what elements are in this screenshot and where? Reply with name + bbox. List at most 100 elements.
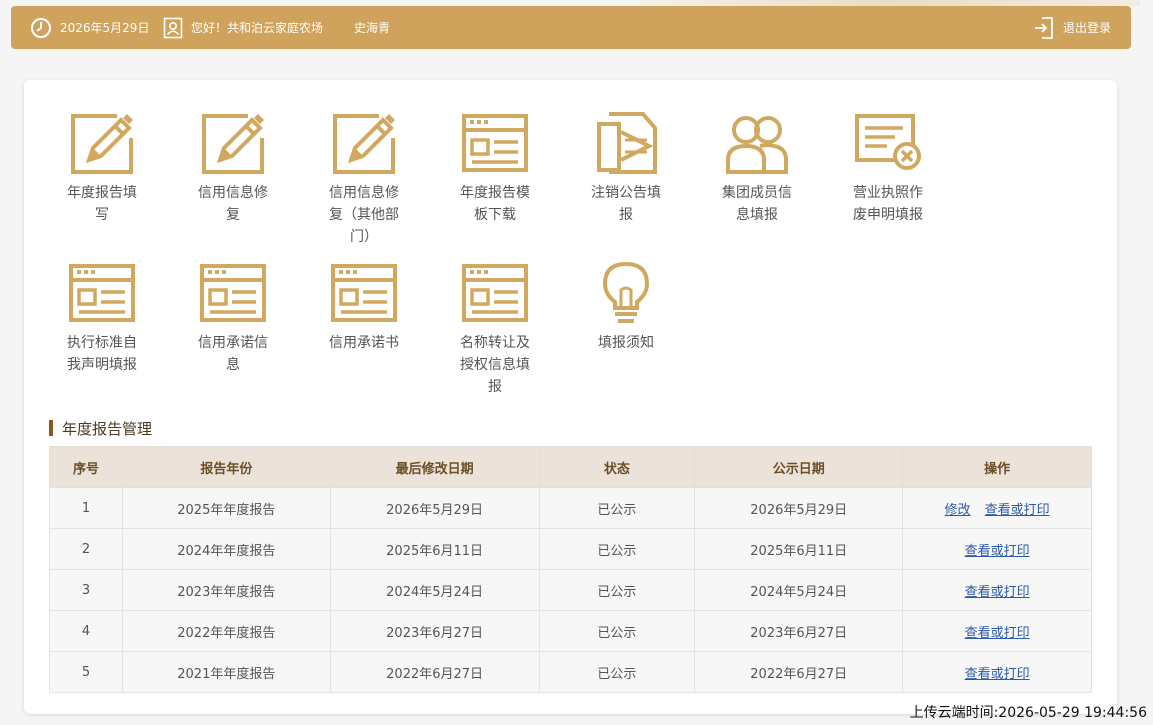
edit-pen-icon xyxy=(202,114,264,174)
form-window-icon xyxy=(200,264,266,322)
cell-no: 3 xyxy=(49,569,123,611)
table-row: 2 2024年年度报告 2025年6月11日 已公示 2025年6月11日 查看… xyxy=(49,528,1092,570)
user-card-icon xyxy=(163,17,183,38)
col-header-published: 公示日期 xyxy=(694,446,904,488)
tile-credit-repair-other[interactable]: 信用信息修复（其他部门） xyxy=(314,110,414,248)
form-window-icon xyxy=(462,114,528,172)
cell-actions: 查看或打印 xyxy=(902,651,1092,693)
table-row: 4 2022年年度报告 2023年6月27日 已公示 2023年6月27日 查看… xyxy=(49,610,1092,652)
cell-modified: 2026年5月29日 xyxy=(329,487,540,529)
section-title-bar xyxy=(49,420,53,436)
cell-status: 已公示 xyxy=(538,487,696,529)
cell-actions: 修改 查看或打印 xyxy=(902,487,1092,529)
tile-credit-repair[interactable]: 信用信息修复 xyxy=(183,110,283,226)
license-cancel-icon xyxy=(855,114,921,170)
cell-no: 2 xyxy=(49,528,123,570)
tile-label: 年度报告模板下载 xyxy=(460,185,530,223)
document-fold-icon xyxy=(597,112,657,174)
view-print-link[interactable]: 查看或打印 xyxy=(965,544,1030,559)
tile-cancellation-notice[interactable]: 注销公告填报 xyxy=(576,110,676,226)
tile-label: 信用信息修复 xyxy=(198,185,268,223)
clock-icon xyxy=(31,17,51,38)
table-row: 5 2021年年度报告 2022年6月27日 已公示 2022年6月27日 查看… xyxy=(49,651,1092,693)
lightbulb-icon xyxy=(602,261,650,323)
tile-filing-notes[interactable]: 填报须知 xyxy=(576,260,676,354)
col-header-status: 状态 xyxy=(538,446,696,488)
view-print-link[interactable]: 查看或打印 xyxy=(985,503,1050,518)
greeting-text: 您好！共和泊云家庭农场 xyxy=(191,21,324,35)
tile-name-transfer[interactable]: 名称转让及授权信息填报 xyxy=(445,260,545,398)
tile-label: 营业执照作废申明填报 xyxy=(853,185,923,223)
cell-modified: 2023年6月27日 xyxy=(329,610,540,652)
header-greeting: 您好！共和泊云家庭农场 xyxy=(163,6,323,49)
tile-label: 信用信息修复（其他部门） xyxy=(329,185,399,245)
tile-label: 注销公告填报 xyxy=(591,185,661,223)
table-row: 1 2025年年度报告 2026年5月29日 已公示 2026年5月29日 修改… xyxy=(49,487,1092,529)
cell-published: 2026年5月29日 xyxy=(694,487,904,529)
view-print-link[interactable]: 查看或打印 xyxy=(965,585,1030,600)
header-user: 史海青 xyxy=(354,6,390,49)
col-header-year: 报告年份 xyxy=(121,446,331,488)
tile-credit-commitment-letter[interactable]: 信用承诺书 xyxy=(314,260,414,354)
cell-modified: 2025年6月11日 xyxy=(329,528,540,570)
cell-year: 2025年年度报告 xyxy=(121,487,331,529)
tile-label: 名称转让及授权信息填报 xyxy=(460,335,530,395)
section-title: 年度报告管理 xyxy=(49,418,152,438)
cell-published: 2023年6月27日 xyxy=(694,610,904,652)
cell-published: 2025年6月11日 xyxy=(694,528,904,570)
cell-actions: 查看或打印 xyxy=(902,610,1092,652)
cell-year: 2022年年度报告 xyxy=(121,610,331,652)
cell-actions: 查看或打印 xyxy=(902,528,1092,570)
col-header-modified: 最后修改日期 xyxy=(329,446,540,488)
top-header: 2026年5月29日 您好！共和泊云家庭农场 史海青 退出登录 xyxy=(11,6,1131,49)
cell-year: 2021年年度报告 xyxy=(121,651,331,693)
tile-label: 信用承诺信息 xyxy=(198,335,268,373)
form-window-icon xyxy=(331,264,397,322)
annual-report-table: 序号 报告年份 最后修改日期 状态 公示日期 操作 1 2025年年度报告 20… xyxy=(49,446,1092,693)
form-window-icon xyxy=(69,264,135,322)
view-print-link[interactable]: 查看或打印 xyxy=(965,626,1030,641)
edit-link[interactable]: 修改 xyxy=(945,503,971,518)
main-card: 年度报告填写 信用信息修复 信用信息修复（其他部门） 年度报告模板下载 注销公告… xyxy=(24,80,1117,714)
col-header-actions: 操作 xyxy=(902,446,1092,488)
tile-label: 执行标准自我声明填报 xyxy=(67,335,137,373)
cell-modified: 2024年5月24日 xyxy=(329,569,540,611)
cell-status: 已公示 xyxy=(538,651,696,693)
tile-label: 年度报告填写 xyxy=(67,185,137,223)
cell-published: 2022年6月27日 xyxy=(694,651,904,693)
cell-status: 已公示 xyxy=(538,610,696,652)
view-print-link[interactable]: 查看或打印 xyxy=(965,667,1030,682)
form-window-icon xyxy=(462,264,528,322)
upload-time: 上传云端时间:2026-05-29 19:44:56 xyxy=(909,705,1147,721)
edit-pen-icon xyxy=(71,114,133,174)
cell-status: 已公示 xyxy=(538,528,696,570)
tile-label: 集团成员信息填报 xyxy=(722,185,792,223)
section-title-text: 年度报告管理 xyxy=(62,419,153,438)
table-row: 3 2023年年度报告 2024年5月24日 已公示 2024年5月24日 查看… xyxy=(49,569,1092,611)
cell-no: 1 xyxy=(49,487,123,529)
table-header-row: 序号 报告年份 最后修改日期 状态 公示日期 操作 xyxy=(49,446,1092,488)
date-text: 2026年5月29日 xyxy=(60,21,150,35)
tile-label: 信用承诺书 xyxy=(329,335,399,351)
cell-year: 2024年年度报告 xyxy=(121,528,331,570)
tile-license-void[interactable]: 营业执照作废申明填报 xyxy=(838,110,938,226)
edit-pen-icon xyxy=(333,114,395,174)
logout-button[interactable]: 退出登录 xyxy=(1033,6,1111,49)
col-header-no: 序号 xyxy=(49,446,123,488)
user-name: 史海青 xyxy=(354,21,391,35)
tile-annual-report-fill[interactable]: 年度报告填写 xyxy=(52,110,152,226)
tile-label: 填报须知 xyxy=(598,335,654,351)
group-users-icon xyxy=(726,116,788,174)
cell-no: 5 xyxy=(49,651,123,693)
cell-no: 4 xyxy=(49,610,123,652)
tile-group-members[interactable]: 集团成员信息填报 xyxy=(707,110,807,226)
tile-standard-declaration[interactable]: 执行标准自我声明填报 xyxy=(52,260,152,376)
header-date: 2026年5月29日 xyxy=(30,6,149,49)
cell-published: 2024年5月24日 xyxy=(694,569,904,611)
cell-status: 已公示 xyxy=(538,569,696,611)
logout-label: 退出登录 xyxy=(1062,21,1111,35)
cell-actions: 查看或打印 xyxy=(902,569,1092,611)
tile-template-download[interactable]: 年度报告模板下载 xyxy=(445,110,545,226)
tile-credit-commitment-info[interactable]: 信用承诺信息 xyxy=(183,260,283,376)
cell-modified: 2022年6月27日 xyxy=(329,651,540,693)
